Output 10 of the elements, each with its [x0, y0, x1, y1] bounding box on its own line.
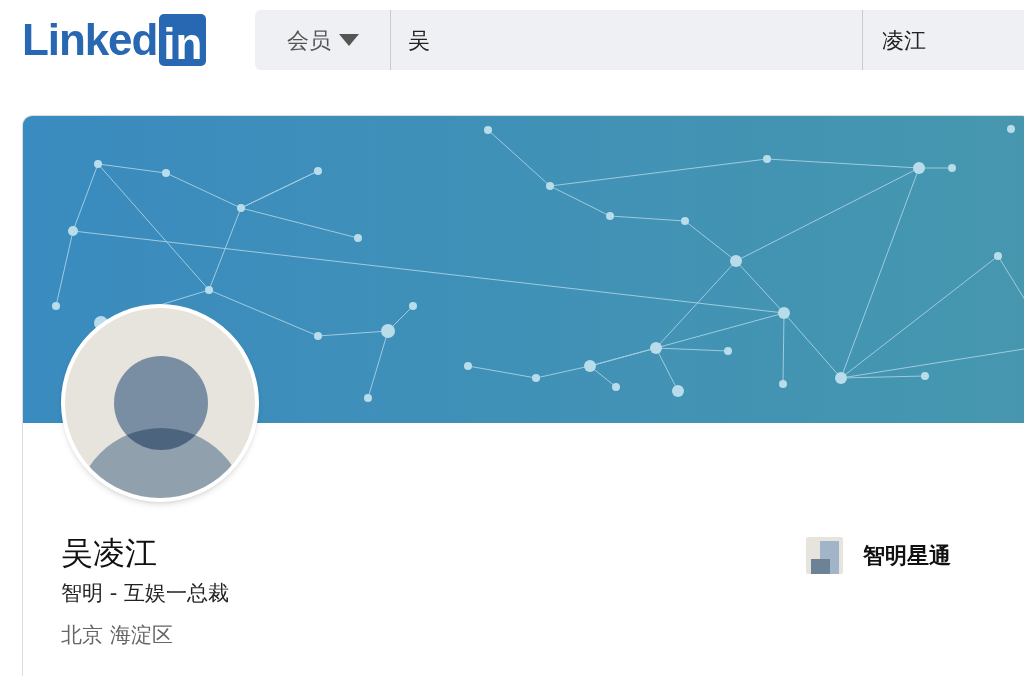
linkedin-logo[interactable]: Linked in	[22, 13, 207, 67]
profile-headline: 智明 - 互娱一总裁	[61, 580, 229, 607]
member-dropdown[interactable]: 会员	[255, 10, 392, 70]
company-name[interactable]: 智明星通	[863, 539, 951, 572]
caret-icon	[338, 34, 359, 46]
profile-name: 吴凌江	[61, 533, 158, 573]
first-name-field[interactable]: 吴	[391, 10, 864, 70]
company-logo-icon	[806, 537, 843, 574]
last-name-field[interactable]: 凌江	[863, 10, 1024, 70]
profile-location: 北京 海淀区	[61, 622, 174, 649]
